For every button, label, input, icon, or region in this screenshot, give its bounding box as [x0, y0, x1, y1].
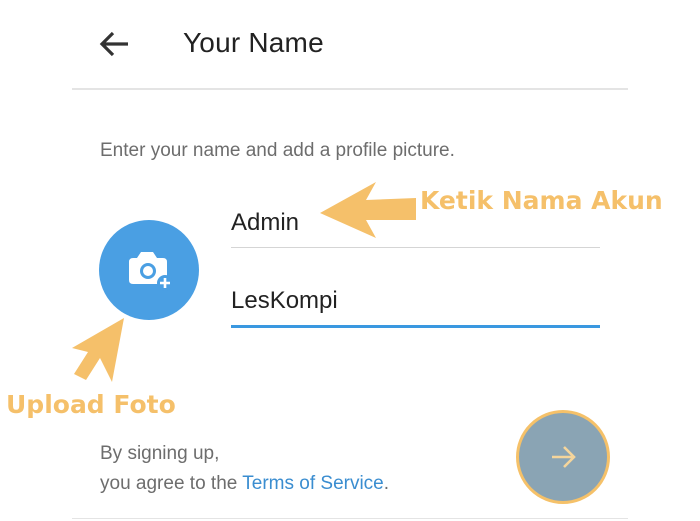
last-name-input[interactable] [231, 287, 601, 315]
annotation-name-hint: Ketik Nama Akun [420, 186, 663, 215]
camera-add-icon [129, 252, 173, 291]
signup-notice-suffix: . [383, 473, 390, 494]
instruction-text: Enter your name and add a profile pictur… [100, 140, 455, 161]
profile-photo-button[interactable] [99, 220, 199, 320]
last-name-underline-active [231, 325, 600, 328]
annotation-upload-hint: Upload Foto [6, 390, 176, 419]
annotation-arrow-name [320, 182, 416, 238]
signup-notice-line2: you agree to the Terms of Service. [100, 473, 389, 495]
header-divider [72, 88, 628, 90]
next-button[interactable] [516, 410, 610, 504]
bottom-divider [72, 518, 628, 519]
page-title: Your Name [183, 27, 324, 58]
back-button[interactable] [98, 30, 132, 58]
annotation-arrow-upload [72, 318, 124, 382]
signup-notice-prefix: you agree to the [100, 473, 243, 494]
arrow-right-icon [552, 446, 576, 468]
signup-notice-line1: By signing up, [100, 443, 220, 464]
terms-of-service-link[interactable]: Terms of Service [242, 473, 383, 494]
first-name-underline [231, 247, 600, 248]
arrow-left-icon [99, 31, 128, 57]
